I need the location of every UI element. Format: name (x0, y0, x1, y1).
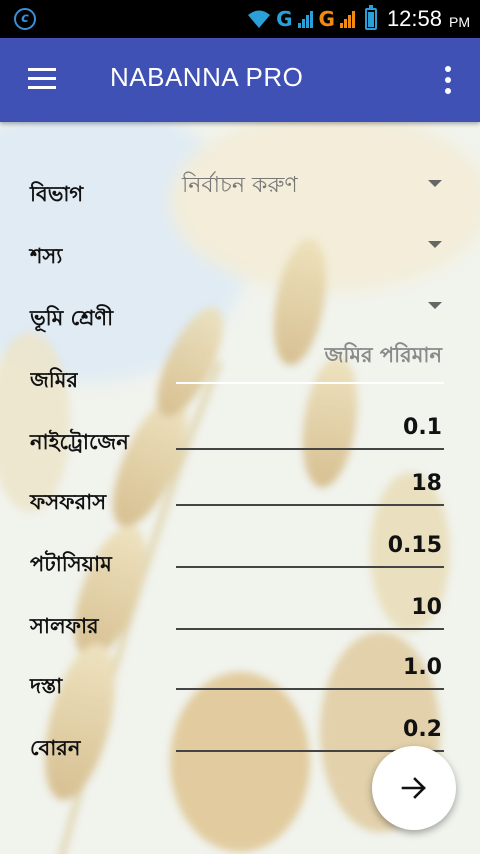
potassium-input[interactable]: 0.15 (176, 522, 444, 568)
label-division: বিভাগ (30, 182, 84, 206)
clock-ampm: PM (449, 14, 470, 30)
label-nitrogen: নাইট্রোজেন (30, 430, 129, 454)
phosphorus-value: 18 (411, 471, 442, 496)
zinc-value: 1.0 (403, 655, 442, 680)
land-class-dropdown-arrow-icon[interactable] (428, 302, 442, 309)
potassium-value: 0.15 (387, 533, 442, 558)
clock: 12:58 (386, 6, 442, 31)
status-icons: G G 12:58 PM (246, 4, 470, 34)
division-select-value[interactable]: নির্বাচন করুণ (182, 168, 298, 205)
label-phosphorus: ফসফরাস (30, 490, 107, 514)
status-bar: c G G 12:58 PM (0, 0, 480, 38)
label-land-amount: জমির (30, 368, 79, 392)
phosphorus-input[interactable]: 18 (176, 460, 444, 506)
app-toolbar: NABANNA PRO (0, 38, 480, 122)
label-zinc: দস্তা (30, 674, 63, 698)
sulfur-input[interactable]: 10 (176, 584, 444, 630)
boron-input[interactable]: 0.2 (176, 706, 444, 752)
label-crop: শস্য (30, 244, 63, 268)
label-boron: বোরন (30, 736, 81, 760)
arrow-right-icon (401, 777, 426, 799)
signal-icon (297, 11, 313, 28)
network-type-2: G (318, 7, 335, 31)
wifi-icon (248, 10, 271, 28)
land-amount-input[interactable]: জমির পরিমান (176, 338, 444, 384)
form-screen: বিভাগ নির্বাচন করুণ শস্য ভূমি শ্রেণী জমি… (0, 122, 480, 854)
land-amount-placeholder: জমির পরিমান (324, 343, 442, 367)
label-potassium: পটাসিয়াম (30, 552, 112, 576)
more-vertical-icon[interactable] (444, 66, 452, 94)
zinc-input[interactable]: 1.0 (176, 644, 444, 690)
next-fab-button[interactable] (372, 746, 456, 830)
hamburger-menu-icon[interactable] (28, 68, 56, 90)
battery-icon (364, 5, 377, 30)
network-type-1: G (276, 7, 293, 31)
division-dropdown-arrow-icon[interactable] (428, 180, 442, 187)
app-title: NABANNA PRO (110, 62, 304, 92)
sulfur-value: 10 (411, 595, 442, 620)
app-notification-icon: c (14, 8, 36, 30)
crop-dropdown-arrow-icon[interactable] (428, 241, 442, 248)
nitrogen-input[interactable]: 0.1 (176, 404, 444, 450)
signal-icon-2 (339, 11, 355, 28)
nitrogen-value: 0.1 (403, 415, 442, 440)
label-land-class: ভূমি শ্রেণী (30, 306, 114, 330)
label-sulfur: সালফার (30, 614, 99, 638)
boron-value: 0.2 (403, 717, 442, 742)
